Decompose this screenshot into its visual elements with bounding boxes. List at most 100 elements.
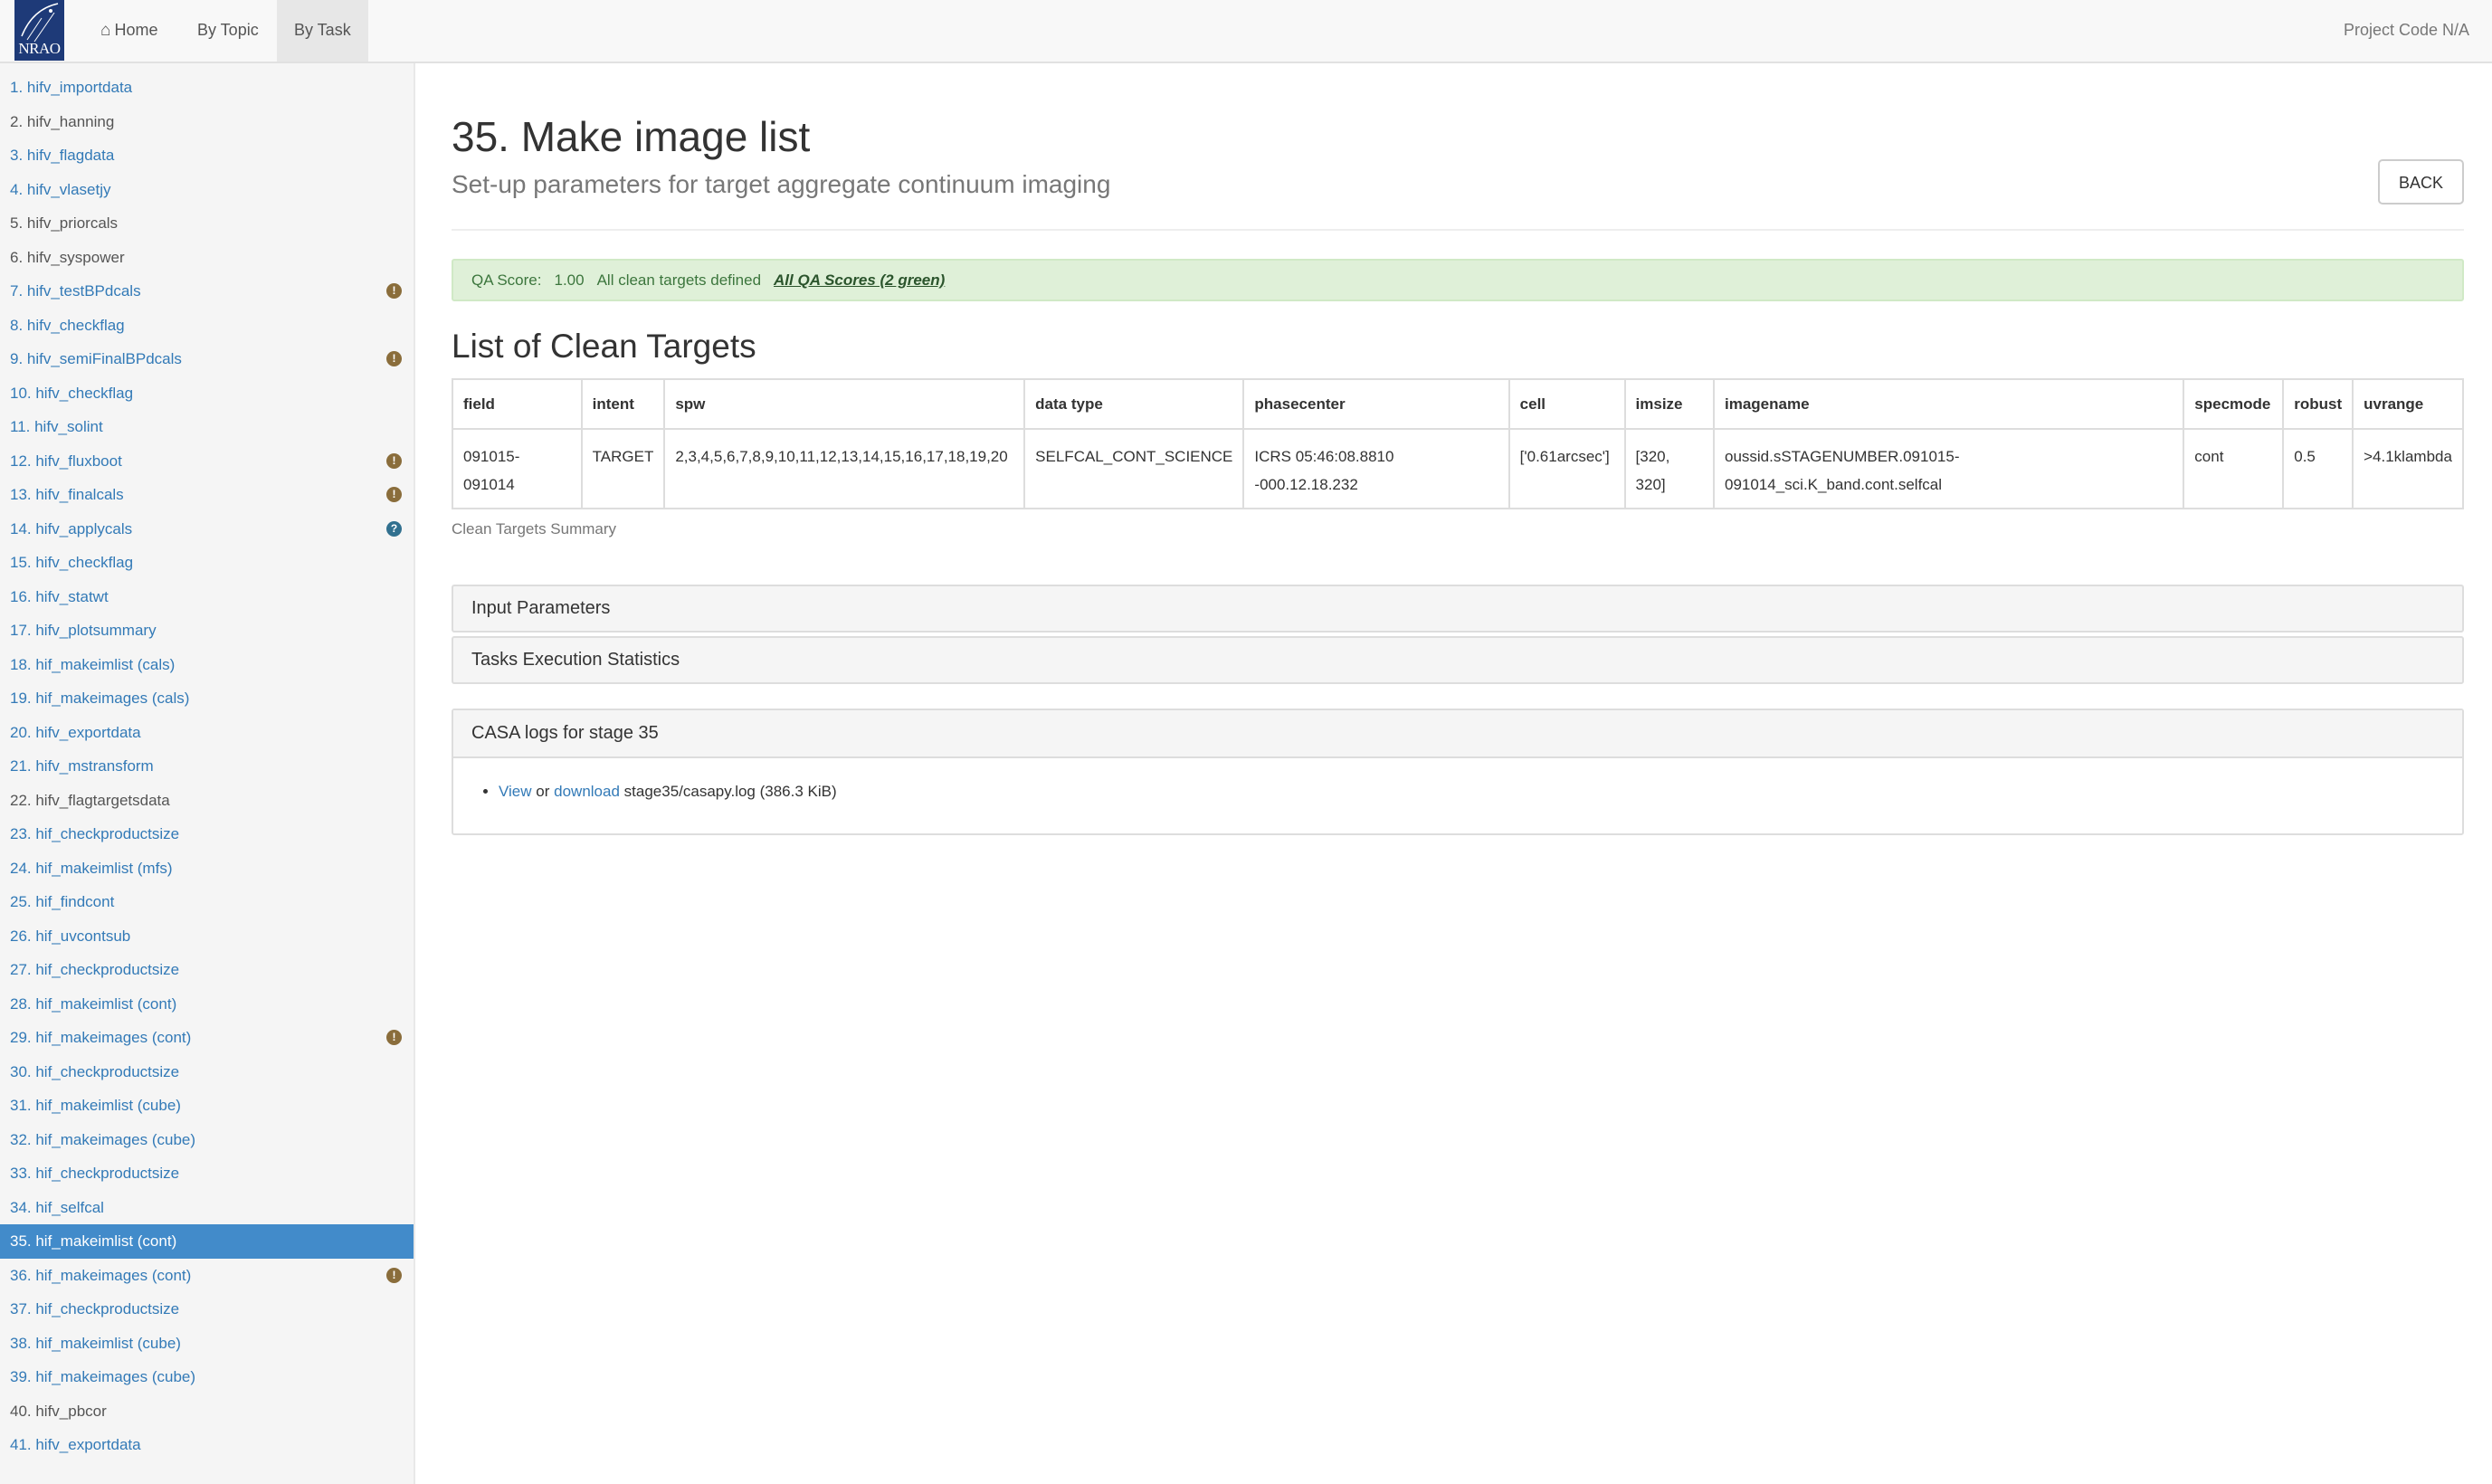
sidebar-item-label: 19. hif_makeimages (cals): [10, 690, 190, 707]
sidebar-item[interactable]: 39. hif_makeimages (cube): [0, 1360, 414, 1394]
nav-home-label: Home: [114, 21, 158, 39]
table-header: cell: [1508, 378, 1626, 430]
table-cell: ICRS 05:46:08.8810 -000.12.18.232: [1242, 428, 1510, 509]
sidebar-item[interactable]: 41. hifv_exportdata: [0, 1428, 414, 1462]
casa-logs-heading: CASA logs for stage 35: [453, 710, 2462, 758]
sidebar-item[interactable]: 20. hifv_exportdata: [0, 716, 414, 750]
sidebar-item[interactable]: 14. hifv_applycals?: [0, 512, 414, 547]
table-cell: SELFCAL_CONT_SCIENCE: [1023, 428, 1245, 509]
sidebar-item[interactable]: 34. hif_selfcal: [0, 1191, 414, 1225]
nrao-logo[interactable]: NRAO: [14, 0, 64, 61]
table-header: specmode: [2183, 378, 2285, 430]
sidebar-item[interactable]: 23. hif_checkproductsize: [0, 817, 414, 851]
sidebar-item[interactable]: 18. hif_makeimlist (cals): [0, 648, 414, 682]
sidebar-item[interactable]: 33. hif_checkproductsize: [0, 1156, 414, 1191]
sidebar-item[interactable]: 22. hifv_flagtargetsdata: [0, 784, 414, 818]
table-cell: 2,3,4,5,6,7,8,9,10,11,12,13,14,15,16,17,…: [663, 428, 1026, 509]
warning-icon: !: [386, 351, 402, 366]
sidebar-item[interactable]: 4. hifv_vlasetjy: [0, 173, 414, 207]
sidebar-item[interactable]: 32. hif_makeimages (cube): [0, 1123, 414, 1157]
sidebar-item-label: 25. hif_findcont: [10, 893, 115, 910]
sidebar-item[interactable]: 31. hif_makeimlist (cube): [0, 1089, 414, 1123]
sidebar-item[interactable]: 27. hif_checkproductsize: [0, 953, 414, 987]
sidebar-item[interactable]: 24. hif_makeimlist (mfs): [0, 851, 414, 886]
sidebar-item[interactable]: 35. hif_makeimlist (cont): [0, 1224, 414, 1259]
sidebar-item[interactable]: 40. hifv_pbcor: [0, 1394, 414, 1429]
table-header: intent: [580, 378, 666, 430]
sidebar-item-label: 30. hif_checkproductsize: [10, 1062, 180, 1080]
qa-score-bar: QA Score: 1.00 All clean targets defined Al…: [452, 259, 2464, 301]
sidebar-item[interactable]: 30. hif_checkproductsize: [0, 1055, 414, 1089]
sidebar-item[interactable]: 16. hifv_statwt: [0, 580, 414, 614]
sidebar-item[interactable]: 13. hifv_finalcals!: [0, 478, 414, 512]
sidebar-item[interactable]: 36. hif_makeimages (cont)!: [0, 1259, 414, 1293]
sidebar-item-label: 11. hifv_solint: [10, 418, 103, 435]
sidebar-item[interactable]: 11. hifv_solint: [0, 410, 414, 444]
sidebar-item[interactable]: 9. hifv_semiFinalBPdcals!: [0, 342, 414, 376]
sidebar-item[interactable]: 7. hifv_testBPdcals!: [0, 274, 414, 309]
sidebar-item-label: 9. hifv_semiFinalBPdcals: [10, 350, 182, 367]
sidebar-item[interactable]: 19. hif_makeimages (cals): [0, 681, 414, 716]
sidebar-item[interactable]: 3. hifv_flagdata: [0, 138, 414, 173]
sidebar-item[interactable]: 17. hifv_plotsummary: [0, 614, 414, 648]
project-code: Project Code N/A: [2343, 21, 2469, 39]
nav-by-task[interactable]: By Task: [277, 0, 368, 62]
sidebar-item[interactable]: 8. hifv_checkflag: [0, 309, 414, 343]
sidebar-item[interactable]: 25. hif_findcont: [0, 885, 414, 919]
sidebar-item[interactable]: 21. hifv_mstransform: [0, 749, 414, 784]
sidebar-item[interactable]: 15. hifv_checkflag: [0, 546, 414, 580]
sidebar-item[interactable]: 6. hifv_syspower: [0, 241, 414, 275]
sidebar-item-label: 6. hifv_syspower: [10, 248, 125, 266]
sidebar-item-label: 1. hifv_importdata: [10, 79, 133, 96]
sidebar-item-label: 2. hifv_hanning: [10, 112, 115, 130]
table-cell: cont: [2183, 428, 2285, 509]
all-qa-scores-link[interactable]: All QA Scores (2 green): [774, 271, 945, 289]
table-header: phasecenter: [1242, 378, 1510, 430]
sidebar-item[interactable]: 2. hifv_hanning: [0, 105, 414, 139]
sidebar-item-label: 28. hif_makeimlist (cont): [10, 994, 177, 1013]
info-icon: ?: [386, 520, 402, 537]
warning-icon: !: [386, 283, 402, 299]
sidebar-item[interactable]: 1. hifv_importdata: [0, 71, 414, 105]
home-icon: ⌂: [100, 21, 111, 40]
table-caption: Clean Targets Summary: [452, 520, 617, 537]
warning-icon: !: [386, 1267, 402, 1283]
log-file-text: stage35/casapy.log (386.3 KiB): [623, 783, 837, 800]
tasks-execution-statistics-panel[interactable]: Tasks Execution Statistics: [452, 636, 2464, 684]
stage-sidebar: 1. hifv_importdata 2. hifv_hanning 3. hifv…: [0, 63, 415, 1484]
sidebar-item[interactable]: 10. hifv_checkflag: [0, 376, 414, 411]
list-item: View or download stage35/casapy.log (386…: [499, 776, 2462, 807]
sidebar-item[interactable]: 37. hif_checkproductsize: [0, 1292, 414, 1327]
sidebar-item-label: 23. hif_checkproductsize: [10, 825, 180, 842]
sidebar-item[interactable]: 29. hif_makeimages (cont)!: [0, 1021, 414, 1055]
view-log-link[interactable]: View: [499, 783, 532, 800]
table-header: data type: [1023, 378, 1245, 430]
page-subtitle: Set-up parameters for target aggregate c…: [452, 170, 1111, 198]
table-header-row: field intent spw data type phasecenter c…: [452, 378, 2464, 430]
sidebar-item-label: 20. hifv_exportdata: [10, 723, 141, 741]
table-row: 091015-091014 TARGET 2,3,4,5,6,7,8,9,10,…: [452, 428, 2464, 509]
table-cell: oussid.sSTAGENUMBER.091015-091014_sci.K_…: [1712, 428, 2185, 509]
sidebar-item-label: 13. hifv_finalcals: [10, 486, 124, 503]
sidebar-item-label: 32. hif_makeimages (cube): [10, 1130, 196, 1148]
warning-icon: !: [386, 452, 402, 469]
sidebar-item-label: 14. hifv_applycals: [10, 519, 133, 537]
sidebar-item-label: 5. hifv_priorcals: [10, 214, 119, 232]
input-parameters-panel[interactable]: Input Parameters: [452, 585, 2464, 633]
sidebar-item[interactable]: 5. hifv_priorcals: [0, 206, 414, 241]
sidebar-item-label: 21. hifv_mstransform: [10, 757, 154, 775]
sidebar-item[interactable]: 26. hif_uvcontsub: [0, 919, 414, 954]
sidebar-item-label: 8. hifv_checkflag: [10, 316, 125, 334]
sidebar-item-label: 41. hifv_exportdata: [10, 1436, 141, 1453]
sidebar-item-label: 33. hif_checkproductsize: [10, 1165, 180, 1182]
sidebar-item[interactable]: 12. hifv_fluxboot!: [0, 444, 414, 479]
nav-by-topic[interactable]: By Topic: [180, 0, 276, 62]
warning-icon: !: [386, 487, 402, 502]
sidebar-item-label: 18. hif_makeimlist (cals): [10, 655, 176, 673]
sidebar-item[interactable]: 38. hif_makeimlist (cube): [0, 1327, 414, 1361]
back-button[interactable]: BACK: [2377, 159, 2464, 205]
sidebar-item[interactable]: 28. hif_makeimlist (cont): [0, 987, 414, 1022]
nav-home[interactable]: ⌂ Home: [83, 0, 176, 62]
table-cell: TARGET: [580, 428, 666, 509]
download-log-link[interactable]: download: [554, 783, 620, 800]
